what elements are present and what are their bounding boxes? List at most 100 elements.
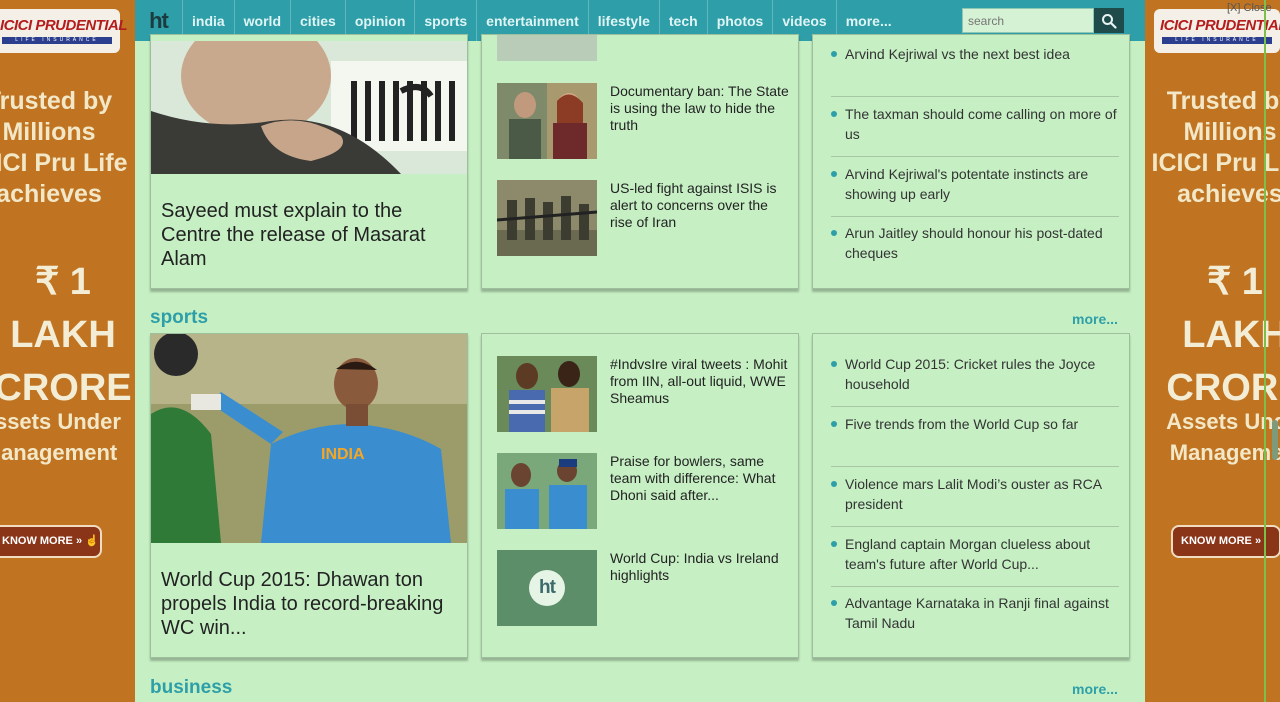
story-headline[interactable]: Praise for bowlers, same team with diffe…: [610, 453, 790, 504]
list-item-text: Violence mars Lalit Modi’s ouster as RCA…: [845, 476, 1102, 512]
story-headline[interactable]: #IndvsIre viral tweets : Mohit from IIN,…: [610, 356, 790, 407]
sports-hero-title[interactable]: World Cup 2015: Dhawan ton propels India…: [161, 568, 451, 640]
sports-story-item[interactable]: ht World Cup: India vs Ireland highlight…: [497, 550, 797, 626]
bullet-icon: [831, 51, 837, 57]
list-item-text: Advantage Karnataka in Ranji final again…: [845, 595, 1109, 631]
business-more-link[interactable]: more...: [1072, 681, 1118, 697]
story-thumb-partial[interactable]: [497, 35, 597, 61]
ad-assets: Assets Under Management: [0, 406, 130, 468]
ad-logo-sub: LIFE INSURANCE: [1162, 37, 1272, 44]
divider: [831, 526, 1119, 527]
list-item-text: World Cup 2015: Cricket rules the Joyce …: [845, 356, 1096, 392]
section-title-business[interactable]: business: [150, 677, 232, 699]
ad-know-more-button[interactable]: KNOW MORE » ☝: [0, 525, 102, 558]
ad-tagline-line: Trusted by: [0, 87, 113, 115]
divider: [831, 406, 1119, 407]
ht-logo-icon: ht: [529, 570, 565, 606]
ad-tagline: Trusted by Millions ICICI Pru Life achie…: [1150, 86, 1280, 210]
bullet-icon: [831, 171, 837, 177]
search-input[interactable]: [962, 8, 1094, 33]
right-ad-banner[interactable]: ICICI PRUDENTIAL LIFE INSURANCE Trusted …: [1145, 0, 1280, 702]
sports-list-card: World Cup 2015: Cricket rules the Joyce …: [812, 333, 1130, 658]
list-item-text: Five trends from the World Cup so far: [845, 416, 1079, 432]
ht-placeholder-thumbnail: ht: [497, 550, 597, 626]
ad-tagline-line: Millions: [2, 118, 96, 146]
ad-logo-text: ICICI PRUDENTIAL: [1160, 17, 1280, 34]
opinion-stories-card: Documentary ban: The State is using the …: [481, 34, 799, 289]
ad-tagline-line: ICICI Pru Life: [1151, 149, 1280, 177]
ad-amount-line: ₹ 1 LAKH: [1182, 261, 1280, 356]
list-item-text: The taxman should come calling on more o…: [845, 106, 1117, 142]
list-item[interactable]: Five trends from the World Cup so far: [831, 414, 1119, 434]
brand-text: ht: [149, 7, 169, 33]
list-item[interactable]: Advantage Karnataka in Ranji final again…: [831, 593, 1119, 633]
double-chevron-icon: »: [1254, 535, 1262, 547]
ad-tagline-line: ICICI Pru Life: [0, 149, 128, 177]
bullet-icon: [831, 600, 837, 606]
ad-amount: ₹ 1 LAKH CRORE: [0, 256, 135, 415]
ad-assets-line: Management: [0, 440, 118, 465]
list-item[interactable]: Arun Jaitley should honour his post-date…: [831, 223, 1119, 263]
list-item-text: Arun Jaitley should honour his post-date…: [845, 225, 1103, 261]
list-item[interactable]: England captain Morgan clueless about te…: [831, 534, 1119, 574]
story-thumbnail: [497, 453, 597, 529]
scrollbar-thumb[interactable]: [1272, 420, 1278, 460]
list-item-text: Arvind Kejriwal's potentate instincts ar…: [845, 166, 1089, 202]
sports-hero-image[interactable]: INDIA: [151, 334, 467, 543]
story-headline[interactable]: World Cup: India vs Ireland highlights: [610, 550, 790, 584]
ad-tagline-line: achieves: [1177, 180, 1280, 208]
story-headline[interactable]: Documentary ban: The State is using the …: [610, 83, 790, 134]
search-icon: [1102, 13, 1117, 29]
section-title-sports[interactable]: sports: [150, 307, 208, 329]
bullet-icon: [831, 481, 837, 487]
list-item[interactable]: Violence mars Lalit Modi’s ouster as RCA…: [831, 474, 1119, 514]
search-button[interactable]: [1094, 8, 1124, 33]
ad-assets-line: Assets Under: [0, 409, 121, 434]
sports-stories-card: #IndvsIre viral tweets : Mohit from IIN,…: [481, 333, 799, 658]
ad-tagline-line: Trusted by: [1166, 87, 1280, 115]
ad-amount-line: ₹ 1 LAKH: [10, 261, 116, 356]
opinion-story-item[interactable]: Documentary ban: The State is using the …: [497, 83, 797, 159]
divider: [831, 156, 1119, 157]
list-item[interactable]: World Cup 2015: Cricket rules the Joyce …: [831, 354, 1119, 394]
ad-logo-sub: LIFE INSURANCE: [2, 37, 112, 44]
bullet-icon: [831, 541, 837, 547]
ad-assets-line: Management: [1169, 440, 1280, 465]
sports-hero-card[interactable]: INDIA World Cup 2015: Dhawan ton propels…: [150, 333, 468, 658]
sports-story-item[interactable]: #IndvsIre viral tweets : Mohit from IIN,…: [497, 356, 797, 432]
portrait-photo: [151, 41, 467, 174]
list-item[interactable]: Arvind Kejriwal's potentate instincts ar…: [831, 164, 1119, 204]
ad-tagline-line: achieves: [0, 180, 102, 208]
left-ad-banner[interactable]: ICICI PRUDENTIAL LIFE INSURANCE Trusted …: [0, 0, 135, 702]
hand-pointer-icon: ☝: [85, 535, 99, 547]
list-item[interactable]: The taxman should come calling on more o…: [831, 104, 1119, 144]
opinion-story-item[interactable]: US-led fight against ISIS is alert to co…: [497, 180, 797, 256]
bullet-icon: [831, 421, 837, 427]
icici-logo: ICICI PRUDENTIAL LIFE INSURANCE: [0, 9, 128, 53]
ad-frame-border: [1264, 0, 1266, 702]
story-thumbnail: [497, 356, 597, 432]
opinion-hero-title[interactable]: Sayeed must explain to the Centre the re…: [161, 199, 451, 271]
opinion-hero-card[interactable]: Sayeed must explain to the Centre the re…: [150, 34, 468, 289]
sports-more-link[interactable]: more...: [1072, 311, 1118, 327]
divider: [831, 586, 1119, 587]
divider: [831, 96, 1119, 97]
story-headline[interactable]: US-led fight against ISIS is alert to co…: [610, 180, 790, 231]
story-thumbnail: [497, 83, 597, 159]
ad-amount: ₹ 1 LAKH CRORE: [1155, 256, 1280, 415]
opinion-hero-image[interactable]: [151, 41, 467, 174]
list-item-text: England captain Morgan clueless about te…: [845, 536, 1091, 572]
story-thumbnail: [497, 180, 597, 256]
ad-know-more-label: KNOW MORE: [2, 535, 73, 547]
jersey-text: INDIA: [321, 446, 365, 463]
sports-story-item[interactable]: Praise for bowlers, same team with diffe…: [497, 453, 797, 529]
icici-logo: ICICI PRUDENTIAL LIFE INSURANCE: [1154, 9, 1280, 53]
bullet-icon: [831, 111, 837, 117]
divider: [831, 216, 1119, 217]
ad-tagline: Trusted by Millions ICICI Pru Life achie…: [0, 86, 129, 210]
cricket-photo: INDIA: [151, 334, 467, 543]
list-item-text: Arvind Kejriwal vs the next best idea: [845, 46, 1070, 62]
ad-assets: Assets Under Management: [1157, 406, 1280, 468]
bullet-icon: [831, 361, 837, 367]
list-item[interactable]: Arvind Kejriwal vs the next best idea: [831, 44, 1119, 64]
